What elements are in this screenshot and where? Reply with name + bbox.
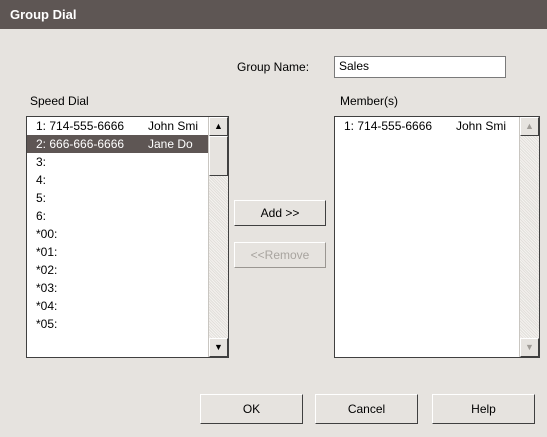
down-arrow-icon: ▼: [214, 342, 223, 352]
ok-button[interactable]: OK: [200, 394, 303, 424]
list-item[interactable]: *03:: [27, 279, 228, 297]
up-arrow-icon: ▲: [525, 121, 534, 131]
scroll-down-button[interactable]: ▼: [209, 338, 228, 357]
list-item[interactable]: *04:: [27, 297, 228, 315]
speed-dial-label: Speed Dial: [30, 94, 89, 108]
list-item[interactable]: 1: 714-555-6666 John Smi: [335, 117, 539, 135]
cancel-button[interactable]: Cancel: [315, 394, 418, 424]
list-item[interactable]: 6:: [27, 207, 228, 225]
title-bar: Group Dial: [0, 0, 547, 29]
list-item-number: 3:: [36, 155, 47, 169]
list-item-number: 5:: [36, 191, 47, 205]
list-item-number: *00:: [36, 227, 58, 241]
group-name-value: Sales: [339, 59, 370, 73]
members-label: Member(s): [340, 94, 399, 108]
list-item[interactable]: 1: 714-555-6666 John Smi: [27, 117, 228, 135]
up-arrow-icon: ▲: [214, 121, 223, 131]
speed-dial-scrollbar[interactable]: ▲ ▼: [208, 117, 228, 357]
list-item[interactable]: *02:: [27, 261, 228, 279]
window-title: Group Dial: [10, 7, 77, 22]
list-item[interactable]: 2: 666-666-6666 Jane Do: [27, 135, 228, 153]
remove-button[interactable]: <<Remove: [234, 242, 326, 268]
list-item-number: 1: 714-555-6666: [36, 119, 125, 133]
list-item[interactable]: *01:: [27, 243, 228, 261]
members-scroll-down-button[interactable]: ▼: [520, 338, 539, 357]
list-item-number: 1: 714-555-6666: [344, 119, 433, 133]
list-item[interactable]: *00:: [27, 225, 228, 243]
speed-dial-list[interactable]: 1: 714-555-6666 John Smi 2: 666-666-6666 Ja…: [26, 116, 229, 358]
add-button[interactable]: Add >>: [234, 200, 326, 226]
list-item-number: *02:: [36, 263, 58, 277]
members-scroll-up-button[interactable]: ▲: [520, 117, 539, 136]
list-item[interactable]: 4:: [27, 171, 228, 189]
group-name-input[interactable]: Sales: [334, 56, 506, 78]
list-item-number: 6:: [36, 209, 47, 223]
list-item-number: 4:: [36, 173, 47, 187]
scroll-up-button[interactable]: ▲: [209, 117, 228, 136]
list-item-number: *05:: [36, 317, 58, 331]
down-arrow-icon: ▼: [525, 342, 534, 352]
members-list[interactable]: 1: 714-555-6666 John Smi ▲ ▼: [334, 116, 540, 358]
list-item-number: *04:: [36, 299, 58, 313]
list-item-name: John Smi: [148, 119, 199, 133]
list-item-name: Jane Do: [148, 137, 193, 151]
list-item[interactable]: *05:: [27, 315, 228, 333]
list-item-name: John Smi: [456, 119, 507, 133]
list-item-number: *03:: [36, 281, 58, 295]
list-item[interactable]: 3:: [27, 153, 228, 171]
members-scrollbar[interactable]: ▲ ▼: [519, 117, 539, 357]
list-item-number: 2: 666-666-6666: [36, 137, 125, 151]
list-item[interactable]: 5:: [27, 189, 228, 207]
scroll-thumb[interactable]: [209, 136, 228, 176]
group-name-label: Group Name:: [237, 60, 310, 74]
help-button[interactable]: Help: [432, 394, 535, 424]
list-item-number: *01:: [36, 245, 58, 259]
